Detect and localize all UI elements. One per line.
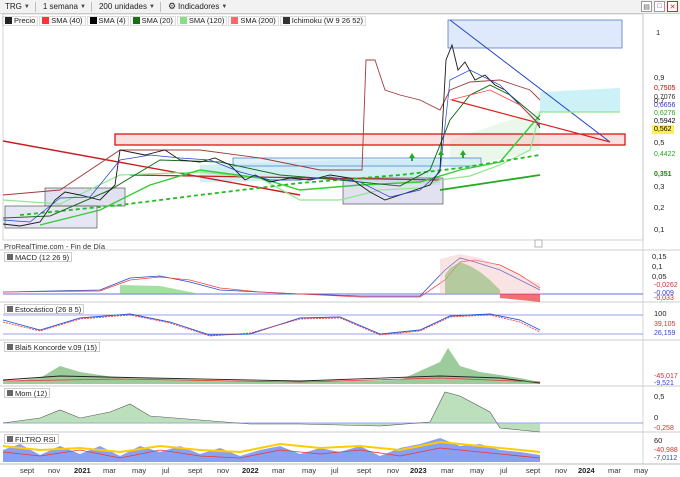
- provider-footer: ProRealTime.com - Fin de Día: [4, 242, 106, 251]
- pane-swatch: [7, 344, 13, 350]
- rsi-tag: -7,0112: [654, 455, 678, 462]
- x-axis-year-label: 2021: [74, 466, 91, 475]
- ichimoku-cloud-future: [540, 88, 620, 112]
- price-tag: 0,7505: [654, 85, 676, 92]
- price-axis-label: 0,3: [654, 182, 665, 191]
- info-icon: [534, 239, 543, 248]
- macd-tag: -0,033: [654, 295, 674, 302]
- pane-title-label: FILTRO RSI: [15, 434, 56, 444]
- x-axis-year-label: 2022: [242, 466, 259, 475]
- pane-title-label: Blai5 Koncorde v.09 (15): [15, 342, 97, 352]
- price-tag: 0,351: [654, 171, 672, 178]
- stoch-axis-label: 100: [654, 309, 667, 318]
- price-axis-label: 1: [656, 28, 661, 37]
- pane-swatch: [7, 436, 13, 442]
- price-axis-label: 0,9: [654, 73, 665, 82]
- macd-title[interactable]: MACD (12 26 9): [4, 252, 73, 262]
- x-axis-label: mar: [103, 466, 116, 475]
- x-axis-label: nov: [48, 466, 61, 475]
- x-axis-label: may: [634, 466, 649, 475]
- blai-title[interactable]: Blai5 Koncorde v.09 (15): [4, 342, 100, 352]
- macd-histogram: [120, 285, 200, 294]
- mom-area: [3, 392, 540, 432]
- blai-tag: -9,521: [654, 380, 674, 387]
- x-axis-year-label: 2024: [578, 466, 595, 475]
- x-axis-year-label: 2023: [410, 466, 427, 475]
- x-axis-label: mar: [441, 466, 454, 475]
- buy-arrow-icon: [438, 150, 444, 158]
- stoch-tag: 26,159: [654, 330, 676, 337]
- rsi-axis-label: 60: [654, 436, 663, 445]
- sma-long-line: [439, 174, 541, 191]
- current-price-tag: 0,562: [652, 125, 674, 134]
- pane-title-label: Estocástico (26 8 5): [15, 304, 82, 314]
- chart-canvas[interactable]: [0, 0, 680, 477]
- x-axis-label: jul: [162, 466, 170, 475]
- mom-axis-label: 0: [654, 413, 659, 422]
- price-axis-label: 0,2: [654, 203, 665, 212]
- x-axis-label: mar: [608, 466, 621, 475]
- macd-axis-label: 0,15: [652, 252, 667, 261]
- resistance-zone: [114, 133, 626, 146]
- price-tag: 0,4422: [654, 151, 676, 158]
- stoch-tag: 39,105: [654, 321, 676, 328]
- price-axis-label: 0,5: [654, 138, 665, 147]
- mom-tag: -0,258: [654, 425, 674, 432]
- x-axis-label: sept: [20, 466, 35, 475]
- x-axis-label: may: [132, 466, 147, 475]
- macd-axis-label: 0,1: [652, 262, 663, 271]
- pane-title-label: Mom (12): [15, 388, 48, 398]
- support-zone: [232, 157, 482, 167]
- mom-title[interactable]: Mom (12): [4, 388, 51, 398]
- x-axis-label: sept: [526, 466, 541, 475]
- x-axis-label: sept: [357, 466, 372, 475]
- x-axis-label: nov: [387, 466, 400, 475]
- mom-axis-label: 0,5: [654, 392, 665, 401]
- x-axis-label: may: [302, 466, 317, 475]
- macd-histogram: [500, 294, 540, 302]
- price-axis-label: 0,1: [654, 225, 665, 234]
- x-axis-label: jul: [331, 466, 339, 475]
- pane-title-label: MACD (12 26 9): [15, 252, 70, 262]
- x-axis-label: may: [470, 466, 485, 475]
- pane-swatch: [7, 306, 13, 312]
- x-axis-label: sept: [188, 466, 203, 475]
- x-axis-label: nov: [555, 466, 568, 475]
- x-axis-label: jul: [500, 466, 508, 475]
- target-box: [447, 19, 623, 49]
- pane-swatch: [7, 390, 13, 396]
- rsi-title[interactable]: FILTRO RSI: [4, 434, 59, 444]
- x-axis-label: mar: [272, 466, 285, 475]
- macd-axis-label: 0,05: [652, 272, 667, 281]
- stoch-title[interactable]: Estocástico (26 8 5): [4, 304, 85, 314]
- stoch-k-line: [2, 313, 541, 336]
- macd-area: [440, 254, 540, 294]
- pane-swatch: [7, 254, 13, 260]
- x-axis-label: nov: [217, 466, 230, 475]
